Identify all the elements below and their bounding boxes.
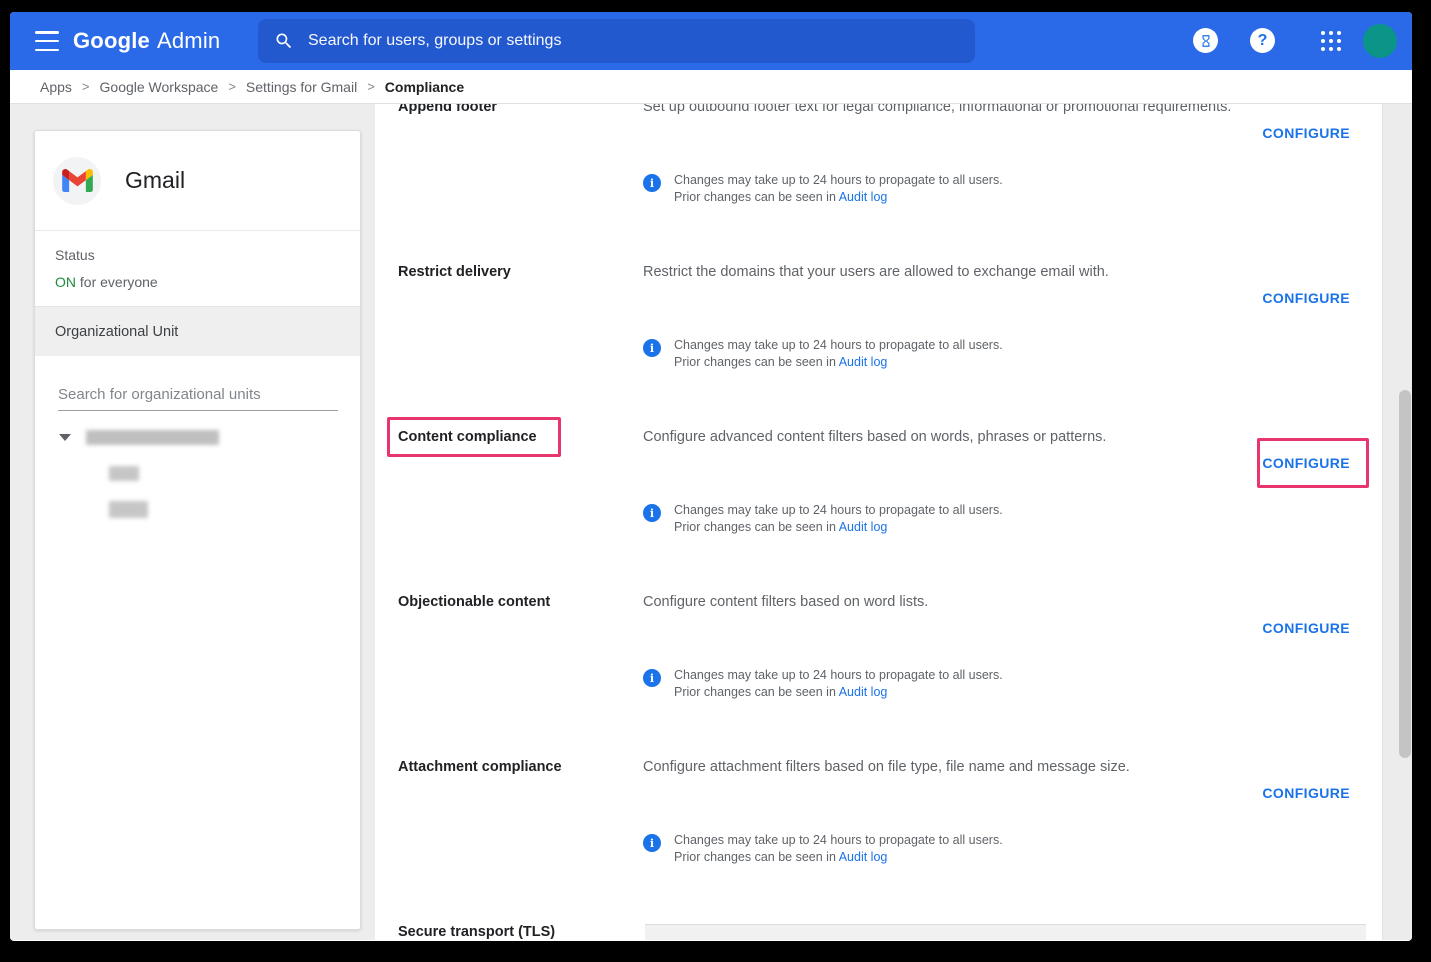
org-unit-search-input[interactable]	[58, 386, 338, 411]
status-scope: for everyone	[76, 274, 158, 290]
info-line1: Changes may take up to 24 hours to propa…	[674, 172, 1003, 189]
scrollbar-track[interactable]	[1382, 104, 1412, 940]
search-icon	[274, 31, 294, 51]
breadcrumb-apps[interactable]: Apps	[40, 79, 72, 95]
setting-title: Attachment compliance	[398, 759, 643, 775]
setting-row-objectionable-content: Objectionable content Configure content …	[375, 594, 1382, 759]
audit-log-link[interactable]: Audit log	[839, 850, 888, 864]
configure-button[interactable]: CONFIGURE	[1262, 785, 1350, 801]
breadcrumb-settings-for-gmail[interactable]: Settings for Gmail	[246, 79, 357, 95]
setting-description: Configure content filters based on word …	[643, 594, 1350, 610]
account-avatar[interactable]	[1363, 24, 1397, 58]
info-line2: Prior changes can be seen in Audit log	[674, 684, 1003, 701]
info-line1: Changes may take up to 24 hours to propa…	[674, 667, 1003, 684]
organizational-unit-header: Organizational Unit	[35, 306, 360, 356]
brand-google: Google	[73, 28, 150, 54]
app-title: Gmail	[125, 167, 185, 194]
propagation-info: i Changes may take up to 24 hours to pro…	[643, 832, 1003, 866]
info-icon: i	[643, 339, 661, 357]
info-line2: Prior changes can be seen in Audit log	[674, 354, 1003, 371]
propagation-info: i Changes may take up to 24 hours to pro…	[643, 667, 1003, 701]
info-line2: Prior changes can be seen in Audit log	[674, 519, 1003, 536]
sidebar: Gmail Status ON for everyone Organizatio…	[10, 104, 375, 940]
configure-button[interactable]: CONFIGURE	[1262, 455, 1350, 471]
chevron-right-icon: >	[82, 79, 90, 94]
gmail-card-header: Gmail	[35, 131, 360, 231]
propagation-info: i Changes may take up to 24 hours to pro…	[643, 337, 1003, 371]
info-icon: i	[643, 834, 661, 852]
help-icon: ?	[1258, 32, 1268, 50]
setting-description: Configure advanced content filters based…	[643, 429, 1350, 445]
app-bar: Google Admin ?	[10, 12, 1412, 70]
breadcrumb-google-workspace[interactable]: Google Workspace	[100, 79, 219, 95]
status-on-badge: ON	[55, 274, 76, 290]
setting-description: Configure attachment filters based on fi…	[643, 759, 1350, 775]
setting-title: Restrict delivery	[398, 264, 643, 280]
setting-title: Secure transport (TLS) compliance	[398, 924, 643, 940]
admin-console-window: Google Admin ? Apps > Google Workspace >…	[10, 12, 1412, 941]
setting-row-content-compliance: Content compliance Configure advanced co…	[375, 429, 1382, 594]
org-unit-children	[109, 466, 360, 518]
setting-description: Restrict the domains that your users are…	[643, 264, 1350, 280]
status-label: Status	[55, 247, 340, 263]
setting-row-restrict-delivery: Restrict delivery Restrict the domains t…	[375, 264, 1382, 429]
global-search-input[interactable]	[308, 32, 959, 50]
info-line2: Prior changes can be seen in Audit log	[674, 849, 1003, 866]
org-unit-search[interactable]	[58, 386, 336, 411]
info-line1: Changes may take up to 24 hours to propa…	[674, 502, 1003, 519]
org-unit-name-redacted[interactable]	[86, 430, 219, 445]
setting-row-append-footer: Append footer Set up outbound footer tex…	[375, 104, 1382, 264]
audit-log-link[interactable]: Audit log	[839, 190, 888, 204]
settings-panel: Append footer Set up outbound footer tex…	[375, 104, 1382, 940]
breadcrumb: Apps > Google Workspace > Settings for G…	[10, 70, 1412, 104]
gmail-logo-circle	[53, 157, 101, 205]
setting-title: Objectionable content	[398, 594, 643, 610]
org-unit-tree	[35, 428, 360, 518]
setting-title: Content compliance	[398, 429, 643, 445]
setting-row-secure-transport: Secure transport (TLS) compliance	[375, 924, 1382, 940]
chevron-right-icon: >	[367, 79, 375, 94]
configure-button[interactable]: CONFIGURE	[1262, 290, 1350, 306]
audit-log-link[interactable]: Audit log	[839, 685, 888, 699]
setting-description: Set up outbound footer text for legal co…	[643, 104, 1350, 115]
org-unit-root-item[interactable]	[35, 428, 360, 446]
hourglass-icon	[1199, 34, 1213, 48]
setting-row-hover-area[interactable]	[645, 924, 1366, 940]
pending-tasks-button[interactable]	[1193, 28, 1218, 53]
status-block: Status ON for everyone	[35, 231, 360, 306]
setting-title: Append footer	[398, 104, 643, 115]
audit-log-link[interactable]: Audit log	[839, 355, 888, 369]
status-value: ON for everyone	[55, 274, 340, 290]
info-line2: Prior changes can be seen in Audit log	[674, 189, 1003, 206]
propagation-info: i Changes may take up to 24 hours to pro…	[643, 172, 1003, 206]
scrollbar-thumb[interactable]	[1399, 390, 1411, 758]
info-icon: i	[643, 174, 661, 192]
propagation-info: i Changes may take up to 24 hours to pro…	[643, 502, 1003, 536]
configure-button[interactable]: CONFIGURE	[1262, 125, 1350, 141]
global-search[interactable]	[258, 19, 975, 63]
brand-admin: Admin	[157, 28, 220, 54]
chevron-right-icon: >	[228, 79, 236, 94]
expand-arrow-icon[interactable]	[59, 434, 71, 441]
info-icon: i	[643, 504, 661, 522]
audit-log-link[interactable]: Audit log	[839, 520, 888, 534]
google-apps-icon[interactable]	[1321, 31, 1343, 53]
info-icon: i	[643, 669, 661, 687]
org-unit-child-redacted[interactable]	[109, 466, 139, 481]
info-line1: Changes may take up to 24 hours to propa…	[674, 337, 1003, 354]
info-line1: Changes may take up to 24 hours to propa…	[674, 832, 1003, 849]
gmail-icon	[62, 169, 93, 192]
help-button[interactable]: ?	[1250, 28, 1275, 53]
hamburger-menu-icon[interactable]	[35, 31, 59, 51]
gmail-card: Gmail Status ON for everyone Organizatio…	[34, 130, 361, 930]
setting-row-attachment-compliance: Attachment compliance Configure attachme…	[375, 759, 1382, 924]
breadcrumb-compliance: Compliance	[385, 79, 464, 95]
org-unit-child-redacted[interactable]	[109, 501, 148, 518]
google-admin-logo[interactable]: Google Admin	[73, 12, 220, 70]
configure-button[interactable]: CONFIGURE	[1262, 620, 1350, 636]
